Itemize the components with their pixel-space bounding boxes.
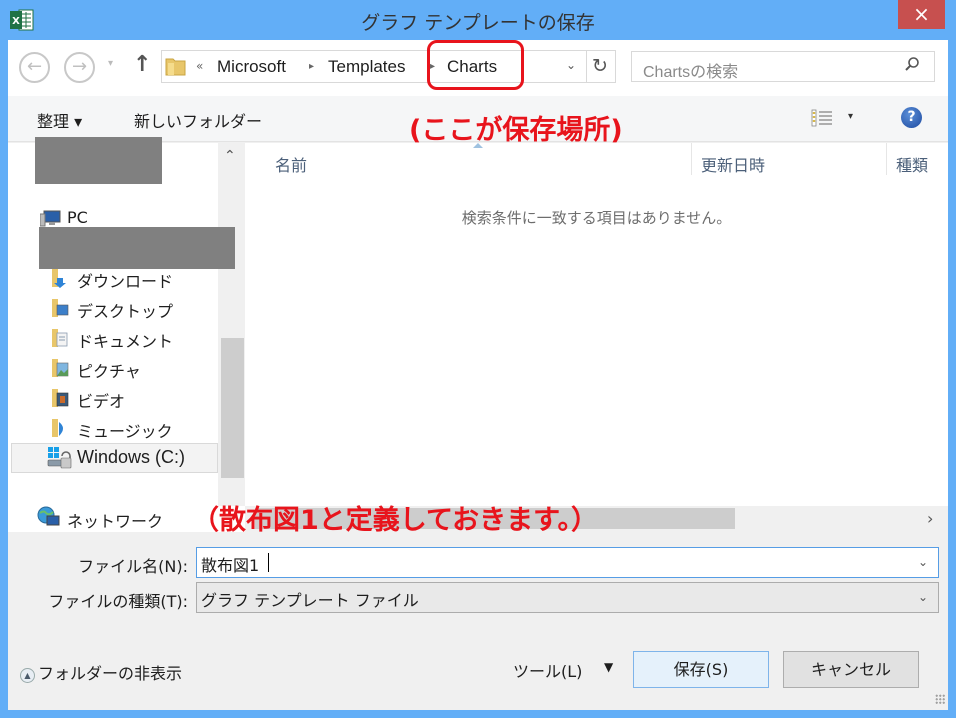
annotation-highlight-box xyxy=(427,40,524,90)
annotation-save-location: (ここが保存場所) xyxy=(409,115,623,146)
recent-locations-dropdown[interactable]: ▾ xyxy=(108,58,113,69)
filetype-value[interactable]: グラフ テンプレート ファイル xyxy=(201,587,419,611)
new-folder-button[interactable]: 新しいフォルダー xyxy=(134,108,262,132)
column-divider[interactable] xyxy=(886,143,887,175)
save-button[interactable]: 保存(S) xyxy=(633,651,769,688)
filetype-label: ファイルの種類(T): xyxy=(48,592,188,611)
refresh-icon[interactable]: ↻ xyxy=(592,55,608,77)
organize-menu[interactable]: 整理 ▾ xyxy=(37,108,82,132)
sidebar-item-pc[interactable]: PC xyxy=(67,208,88,227)
sidebar-item-windows-c[interactable]: Windows (C:) xyxy=(77,447,185,468)
scroll-right-icon[interactable]: › xyxy=(927,509,933,528)
breadcrumb-templates[interactable]: Templates xyxy=(328,57,405,77)
column-header-name[interactable]: 名前 xyxy=(275,152,307,176)
filename-dropdown-icon[interactable]: ⌄ xyxy=(918,555,928,569)
desktop-folder-icon xyxy=(52,299,69,317)
drive-icon xyxy=(47,447,72,469)
address-dropdown-icon[interactable]: ⌄ xyxy=(566,58,576,72)
window-title: グラフ テンプレートの保存 xyxy=(361,12,595,34)
view-details-icon[interactable] xyxy=(811,109,833,127)
downloads-folder-icon xyxy=(52,269,66,288)
network-icon xyxy=(37,506,60,526)
sidebar-item-desktop[interactable]: デスクトップ xyxy=(77,298,173,322)
column-divider[interactable] xyxy=(691,143,692,175)
scroll-up-icon[interactable]: ⌃ xyxy=(224,148,236,164)
breadcrumb-overflow[interactable]: « xyxy=(196,59,203,73)
back-button[interactable]: ← xyxy=(19,52,50,83)
search-icon[interactable] xyxy=(904,56,920,72)
up-button[interactable]: ↑ xyxy=(133,52,151,77)
sidebar-item-music[interactable]: ミュージック xyxy=(77,418,173,442)
view-dropdown-icon[interactable]: ▾ xyxy=(848,111,853,122)
pc-icon xyxy=(40,210,61,227)
folder-icon xyxy=(165,58,186,76)
filename-input[interactable] xyxy=(196,547,939,578)
tools-menu[interactable]: ツール(L) xyxy=(513,658,582,682)
divider xyxy=(586,50,587,83)
videos-folder-icon xyxy=(52,389,69,407)
pictures-folder-icon xyxy=(52,359,69,377)
file-list[interactable] xyxy=(245,143,948,506)
nav-scrollbar-thumb[interactable] xyxy=(221,338,244,478)
annotation-filename-note: （散布図1と定義しておきます。） xyxy=(192,505,598,536)
close-button[interactable]: × xyxy=(898,0,945,29)
column-header-type[interactable]: 種類 xyxy=(896,152,928,176)
help-icon[interactable]: ? xyxy=(901,107,922,128)
empty-message: 検索条件に一致する項目はありません。 xyxy=(461,209,732,227)
resize-grip[interactable] xyxy=(935,694,945,704)
filename-value[interactable]: 散布図1 xyxy=(201,552,259,576)
filetype-dropdown-icon[interactable]: ⌄ xyxy=(918,590,928,604)
hide-folders-toggle[interactable]: ▲ フォルダーの非表示 xyxy=(20,660,182,684)
redacted-area xyxy=(39,227,235,269)
documents-folder-icon xyxy=(52,329,68,347)
sidebar-item-videos[interactable]: ビデオ xyxy=(77,388,125,412)
filename-label: ファイル名(N): xyxy=(78,557,188,576)
sidebar-item-downloads[interactable]: ダウンロード xyxy=(77,268,173,292)
hide-folders-label: フォルダーの非表示 xyxy=(38,664,183,683)
sidebar-item-documents[interactable]: ドキュメント xyxy=(77,328,173,352)
text-caret xyxy=(268,553,269,572)
sidebar-item-network[interactable]: ネットワーク xyxy=(67,508,163,532)
breadcrumb-separator[interactable]: ▸ xyxy=(309,61,314,72)
music-folder-icon xyxy=(52,419,63,437)
column-header-modified[interactable]: 更新日時 xyxy=(701,152,765,176)
breadcrumb-microsoft[interactable]: Microsoft xyxy=(217,57,286,77)
cancel-button[interactable]: キャンセル xyxy=(783,651,919,688)
redacted-area xyxy=(35,137,162,184)
collapse-icon: ▲ xyxy=(20,668,35,683)
tools-dropdown-icon[interactable]: ▼ xyxy=(604,660,613,674)
forward-button[interactable]: → xyxy=(64,52,95,83)
search-placeholder: Chartsの検索 xyxy=(643,64,739,81)
sidebar-item-pictures[interactable]: ピクチャ xyxy=(77,358,141,382)
